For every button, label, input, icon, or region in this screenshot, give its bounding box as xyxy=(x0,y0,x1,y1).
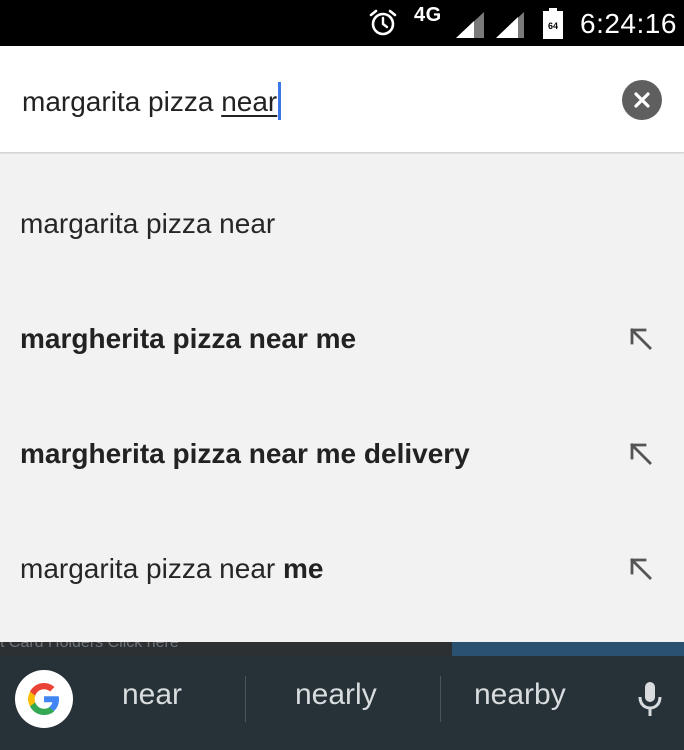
keyboard-suggestion[interactable]: nearby xyxy=(474,678,566,712)
signal-strength-icon xyxy=(456,12,484,38)
keyboard-suggestion-strip: near nearly nearby xyxy=(0,656,684,750)
keyboard-suggestion[interactable]: near xyxy=(122,678,182,712)
background-page: t Card Holders Click here xyxy=(0,642,684,656)
fill-query-arrow-icon[interactable] xyxy=(626,554,656,584)
keyboard-suggestion[interactable]: nearly xyxy=(295,678,377,712)
clear-search-button[interactable] xyxy=(622,80,662,120)
suggestion-item[interactable]: margarita pizza near xyxy=(0,166,684,281)
signal-strength-icon xyxy=(496,12,524,38)
divider xyxy=(440,676,441,722)
divider xyxy=(245,676,246,722)
status-bar: 4G 64 6:24:16 xyxy=(0,0,684,46)
background-page-text: t Card Holders Click here xyxy=(0,642,179,651)
fill-query-arrow-icon[interactable] xyxy=(626,439,656,469)
battery-icon: 64 xyxy=(543,8,563,39)
network-type: 4G xyxy=(414,4,442,26)
suggestion-label: margherita pizza near me delivery xyxy=(20,437,470,469)
fill-query-arrow-icon[interactable] xyxy=(626,324,656,354)
suggestion-item[interactable]: margarita pizza near me xyxy=(0,511,684,626)
search-bar[interactable]: margarita pizza near xyxy=(0,46,684,153)
suggestion-item[interactable]: margherita pizza near me xyxy=(0,281,684,396)
suggestion-label: margarita pizza near me xyxy=(20,552,324,584)
search-input[interactable]: margarita pizza near xyxy=(22,82,282,120)
text-caret xyxy=(278,82,282,120)
close-icon xyxy=(634,92,650,108)
clock-time: 6:24:16 xyxy=(580,8,677,39)
suggestion-label: margarita pizza near xyxy=(20,207,276,239)
suggestion-item[interactable]: margherita pizza near me delivery xyxy=(0,396,684,511)
background-image xyxy=(452,642,684,656)
suggestion-list: margarita pizza near margherita pizza ne… xyxy=(0,154,684,642)
suggestion-label: margherita pizza near me xyxy=(20,322,357,354)
google-g-icon xyxy=(28,683,59,715)
screen: 4G 64 6:24:16 margarita pizza near marga… xyxy=(0,0,684,750)
search-query-prefix: margarita pizza xyxy=(22,86,222,117)
battery-level-text: 64 xyxy=(548,21,558,31)
search-query-composing: near xyxy=(221,86,278,117)
google-search-button[interactable] xyxy=(15,670,73,728)
alarm-clock-icon xyxy=(369,9,397,36)
microphone-icon[interactable] xyxy=(636,680,664,720)
